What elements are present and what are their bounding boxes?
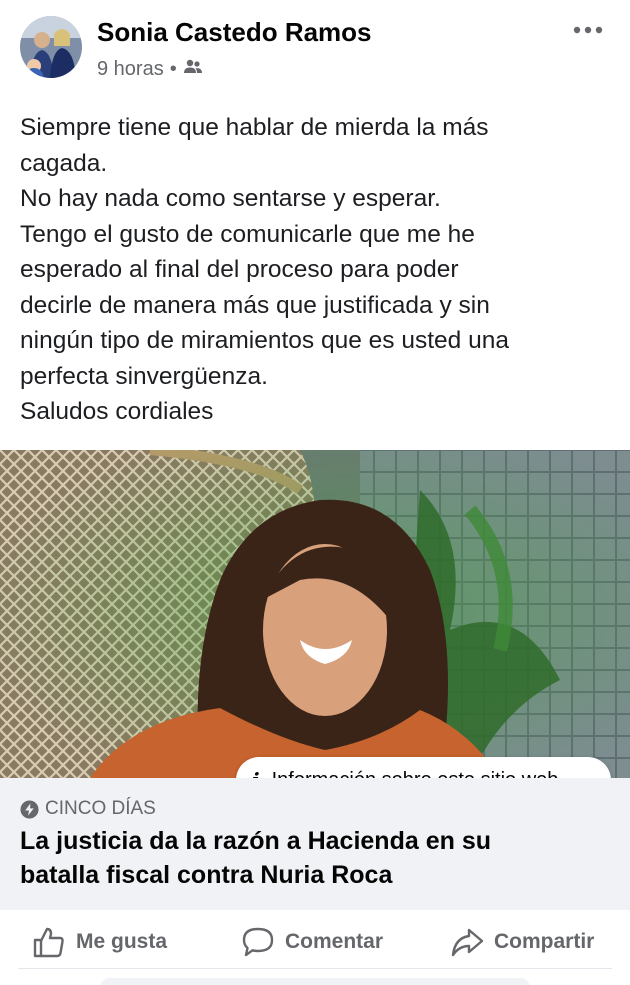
link-headline-line: batalla fiscal contra Nuria Roca	[20, 861, 393, 889]
like-button[interactable]: Me gusta	[32, 912, 167, 972]
actions-divider	[18, 968, 612, 969]
comment-button[interactable]: Comentar	[241, 912, 383, 972]
like-label: Me gusta	[76, 930, 168, 953]
post-text-line: decirle de manera más que justificada y …	[20, 291, 490, 319]
link-source: CINCO DÍAS	[20, 798, 156, 820]
post-text-line: ningún tipo de miramientos que es usted …	[20, 327, 509, 354]
share-label: Compartir	[494, 930, 595, 953]
link-headline[interactable]: La justicia da la razón a Hacienda en su…	[20, 824, 620, 892]
post-meta: 9 horas •	[97, 58, 203, 81]
post-text-line: Saludos cordiales	[20, 398, 214, 425]
post-text-line: Tengo el gusto de comunicarle que me he	[20, 220, 475, 248]
comment-icon	[242, 927, 274, 957]
share-button[interactable]: Compartir	[450, 912, 594, 972]
author-name[interactable]: Sonia Castedo Ramos	[97, 17, 372, 48]
post-header: Sonia Castedo Ramos 9 horas •	[0, 0, 630, 100]
link-preview-meta[interactable]: CINCO DÍAS La justicia da la razón a Hac…	[0, 778, 630, 910]
post-text-line: cagada.	[20, 149, 108, 177]
share-icon	[451, 928, 484, 957]
post-text-line: esperado al final del proceso para poder	[20, 256, 459, 283]
lightning-bolt-icon	[20, 799, 39, 819]
author-avatar[interactable]	[20, 16, 82, 78]
comment-box-edge	[100, 978, 530, 985]
meta-separator: •	[169, 58, 177, 80]
post-time[interactable]: 9 horas	[97, 58, 164, 81]
post-text-line: perfecta sinvergüenza.	[20, 362, 268, 390]
more-options-button[interactable]	[568, 18, 608, 42]
post-body: Siempre tiene que hablar de mierda la má…	[20, 110, 620, 430]
link-source-name: CINCO DÍAS	[45, 798, 156, 819]
post-text-line: Siempre tiene que hablar de mierda la má…	[20, 114, 489, 141]
link-headline-line: La justicia da la razón a Hacienda en su	[20, 827, 491, 855]
post-text-line: No hay nada como sentarse y esperar.	[20, 185, 441, 212]
post-actions: Me gusta Comentar Compartir	[0, 912, 630, 972]
link-preview-image[interactable]	[0, 450, 630, 778]
comment-label: Comentar	[285, 930, 384, 953]
friends-icon	[183, 58, 203, 81]
thumbs-up-icon	[33, 927, 64, 958]
more-horizontal-icon	[573, 26, 603, 34]
